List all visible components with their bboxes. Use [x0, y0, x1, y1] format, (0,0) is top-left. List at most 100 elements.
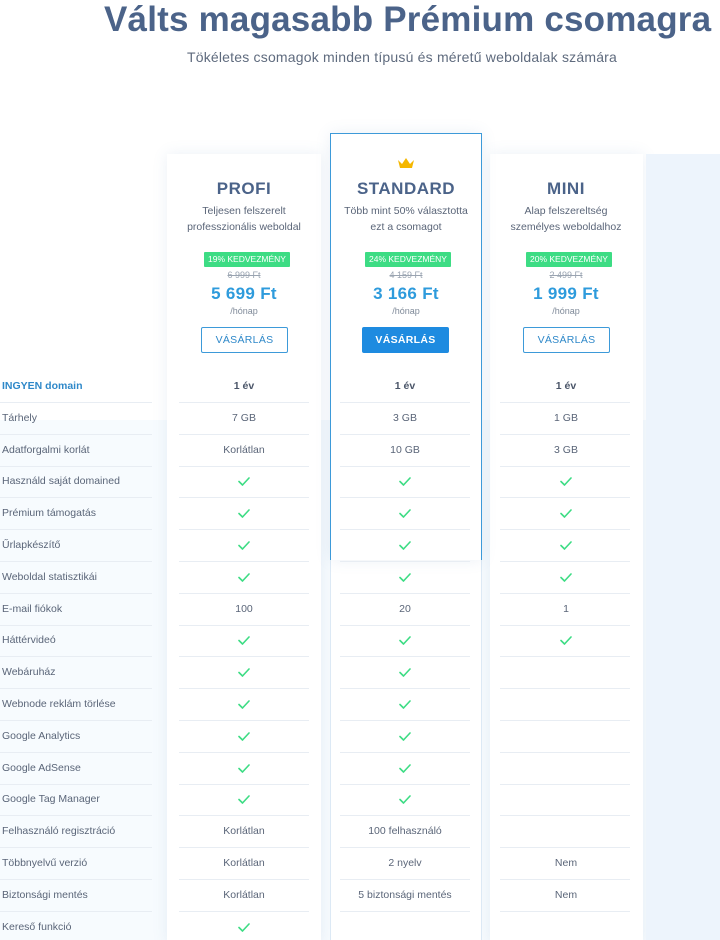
feature-value-profi: 100: [235, 603, 253, 615]
plan-card-standard-lower: [330, 560, 482, 940]
feature-value-mini: 3 GB: [554, 444, 578, 456]
buy-button-standard[interactable]: VÁSÁRLÁS: [362, 327, 449, 353]
row-divider: [500, 784, 630, 785]
row-divider: [500, 593, 630, 594]
check-icon: [560, 636, 572, 645]
feature-label: Webáruház: [2, 666, 56, 678]
buy-button-mini[interactable]: VÁSÁRLÁS: [523, 327, 610, 353]
row-divider: [500, 466, 630, 467]
price-profi: 5 699 Ft: [211, 284, 277, 303]
plan-desc-profi-line1: Teljesen felszerelt: [202, 205, 286, 217]
feature-label: E-mail fiókok: [2, 603, 63, 615]
row-divider: [340, 911, 470, 912]
feature-value-profi: 7 GB: [232, 412, 256, 424]
row-divider: [340, 625, 470, 626]
row-divider: [179, 688, 309, 689]
check-icon: [399, 509, 411, 518]
feature-label: Többnyelvű verzió: [2, 857, 88, 869]
feature-value-standard: 1 év: [394, 380, 416, 392]
row-divider: [500, 656, 630, 657]
row-divider: [0, 911, 152, 912]
check-icon: [399, 668, 411, 677]
check-icon: [238, 732, 250, 741]
row-divider: [500, 529, 630, 530]
row-divider: [179, 529, 309, 530]
row-divider: [500, 497, 630, 498]
feature-value-standard: 20: [399, 603, 411, 615]
row-divider: [0, 688, 152, 689]
feature-value-mini: Nem: [554, 857, 578, 869]
check-icon: [399, 477, 411, 486]
row-divider: [0, 752, 152, 753]
row-divider: [340, 752, 470, 753]
check-icon: [238, 636, 250, 645]
check-icon: [560, 573, 572, 582]
row-divider: [500, 720, 630, 721]
row-divider: [179, 497, 309, 498]
buy-button-profi[interactable]: VÁSÁRLÁS: [201, 327, 288, 353]
feature-label: Biztonsági mentés: [2, 889, 88, 901]
row-divider: [340, 656, 470, 657]
row-divider: [0, 561, 152, 562]
feature-label: Google Tag Manager: [2, 793, 100, 805]
row-divider: [500, 911, 630, 912]
row-divider: [340, 688, 470, 689]
plan-name-standard: STANDARD: [356, 179, 456, 198]
row-divider: [340, 879, 470, 880]
crown-icon: [398, 158, 414, 168]
plan-desc-mini-line2: személyes weboldalhoz: [510, 221, 622, 233]
feature-value-profi: Korlátlan: [223, 444, 265, 456]
row-divider: [179, 466, 309, 467]
feature-value-standard: 2 nyelv: [388, 857, 422, 869]
check-icon: [238, 477, 250, 486]
row-divider: [0, 720, 152, 721]
feature-label: Felhasználó regisztráció: [2, 825, 116, 837]
row-divider: [340, 720, 470, 721]
check-icon: [238, 668, 250, 677]
feature-value-mini: 1 év: [555, 380, 577, 392]
check-icon: [238, 923, 250, 932]
row-divider: [340, 847, 470, 848]
row-divider: [0, 466, 152, 467]
row-divider: [0, 402, 152, 403]
feature-value-profi: Korlátlan: [223, 857, 265, 869]
check-icon: [560, 509, 572, 518]
row-divider: [500, 688, 630, 689]
check-icon: [399, 541, 411, 550]
price-period-standard: /hónap: [392, 306, 420, 316]
row-divider: [0, 593, 152, 594]
row-divider: [500, 879, 630, 880]
check-icon: [238, 795, 250, 804]
row-divider: [340, 466, 470, 467]
check-icon: [238, 700, 250, 709]
row-divider: [0, 625, 152, 626]
row-divider: [179, 847, 309, 848]
check-icon: [399, 700, 411, 709]
row-divider: [179, 593, 309, 594]
row-divider: [0, 434, 152, 435]
row-divider: [179, 625, 309, 626]
row-divider: [340, 497, 470, 498]
row-divider: [179, 434, 309, 435]
feature-label: Adatforgalmi korlát: [2, 444, 90, 456]
plan-desc-profi-line2: professzionális weboldal: [187, 221, 301, 233]
check-icon: [560, 477, 572, 486]
price-period-mini: /hónap: [552, 306, 580, 316]
feature-label: Űrlapkészítő: [2, 539, 61, 551]
check-icon: [560, 541, 572, 550]
feature-value-standard: 10 GB: [390, 444, 420, 456]
feature-label: Google AdSense: [2, 762, 81, 774]
feature-label: Prémium támogatás: [2, 507, 96, 519]
feature-label: Használd saját domained: [2, 475, 120, 487]
check-icon: [238, 541, 250, 550]
feature-label: Weboldal statisztikái: [2, 571, 97, 583]
discount-badge-mini: 20% KEDVEZMÉNY: [526, 252, 612, 267]
check-icon: [399, 764, 411, 773]
old-price-profi: 6 999 Ft: [227, 270, 261, 280]
row-divider: [179, 656, 309, 657]
feature-label: INGYEN domain: [2, 380, 83, 392]
feature-value-profi: Korlátlan: [223, 889, 265, 901]
plan-name-mini: MINI: [547, 179, 585, 198]
row-divider: [340, 402, 470, 403]
row-divider: [179, 402, 309, 403]
